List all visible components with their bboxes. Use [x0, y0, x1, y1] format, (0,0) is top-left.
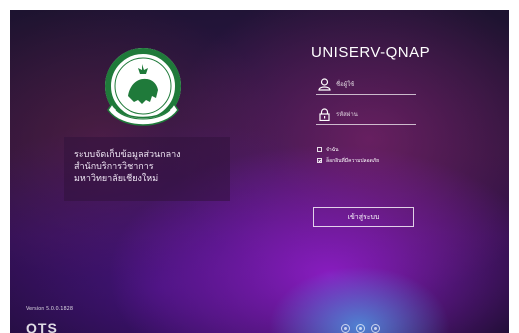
organization-caption: ระบบจัดเก็บข้อมูลส่วนกลาง สำนักบริการวิช… [64, 137, 230, 201]
qts-brand-logo: QTS [26, 320, 58, 333]
secure-login-checkbox[interactable] [317, 158, 322, 163]
user-icon [318, 78, 331, 91]
org-line-office: สำนักบริการวิชาการ [74, 162, 154, 172]
secure-login-option[interactable]: ล็อกอินที่มีความปลอดภัย [317, 156, 379, 165]
remember-me-option[interactable]: จำฉัน [317, 145, 339, 154]
app-title: UNISERV-QNAP [311, 44, 431, 61]
org-line-university: มหาวิทยาลัยเชียงใหม่ [74, 174, 159, 184]
lock-icon [319, 108, 330, 121]
org-line-system: ระบบจัดเก็บข้อมูลส่วนกลาง [74, 150, 181, 160]
support-icon[interactable] [356, 324, 365, 333]
version-label: Version 5.0.0.1828 [26, 306, 74, 312]
remember-me-label: จำฉัน [326, 146, 339, 153]
username-field[interactable] [316, 76, 416, 95]
language-icon[interactable] [371, 324, 380, 333]
remember-me-checkbox[interactable] [317, 147, 322, 152]
login-button[interactable]: เข้าสู่ระบบ [313, 207, 414, 227]
university-seal-logo [105, 48, 181, 126]
secure-login-label: ล็อกอินที่มีความปลอดภัย [326, 157, 380, 164]
login-screen: ระบบจัดเก็บข้อมูลส่วนกลาง สำนักบริการวิช… [10, 10, 509, 333]
footer-icon-bar [341, 324, 380, 333]
password-field[interactable] [316, 106, 416, 125]
info-icon[interactable] [341, 324, 350, 333]
password-input[interactable] [336, 107, 414, 122]
username-input[interactable] [336, 77, 414, 92]
